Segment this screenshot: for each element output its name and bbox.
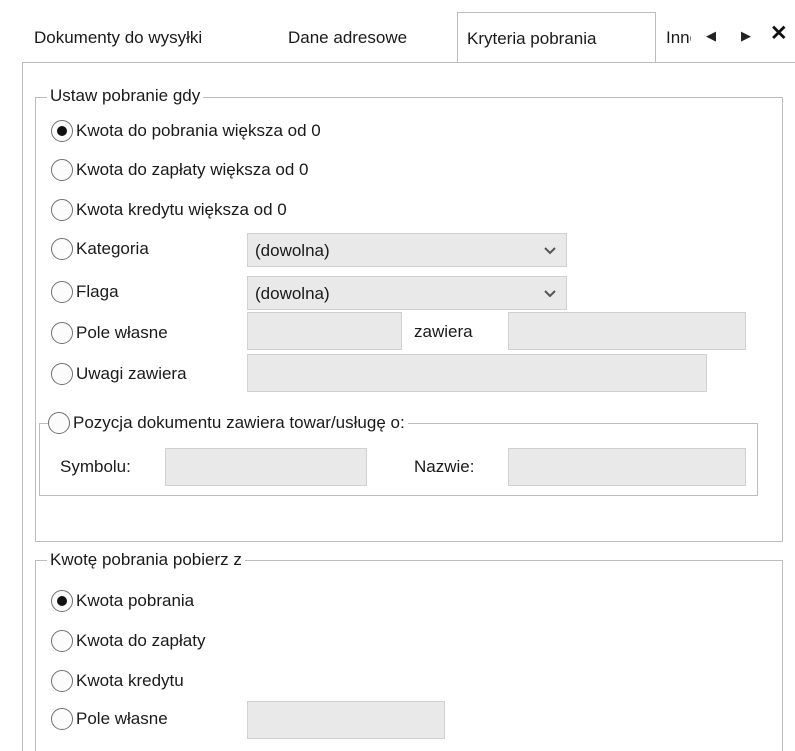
tab-dane-adresowe[interactable]: Dane adresowe xyxy=(288,14,448,62)
group-kwote-pobrania-legend: Kwotę pobrania pobierz z xyxy=(47,550,245,570)
chevron-down-icon[interactable] xyxy=(532,277,568,309)
zawiera-input[interactable] xyxy=(508,312,746,350)
radio-label: Kwota do zapłaty xyxy=(76,631,206,650)
radio-button[interactable] xyxy=(51,363,73,385)
radio-label: Pole własne xyxy=(76,323,168,342)
tab-kryteria-pobrania[interactable]: Kryteria pobrania xyxy=(457,12,656,63)
panel-border-left xyxy=(22,63,23,751)
radio-flaga[interactable]: Flaga xyxy=(51,279,119,305)
kategoria-select-value: (dowolna) xyxy=(255,241,330,260)
radio-kwota-kredytu-2[interactable]: Kwota kredytu xyxy=(51,668,184,694)
radio-label: Kwota do zapłaty większa od 0 xyxy=(76,160,309,179)
radio-label: Kwota kredytu xyxy=(76,671,184,690)
radio-button-checked[interactable] xyxy=(51,590,73,612)
tab-strip: Dokumenty do wysyłki Dane adresowe Kryte… xyxy=(0,0,795,63)
zawiera-label: zawiera xyxy=(414,322,473,341)
scroll-left-icon[interactable]: ◀ xyxy=(706,28,716,44)
radio-label: Kategoria xyxy=(76,239,149,258)
radio-button[interactable] xyxy=(48,412,70,434)
tab-inne[interactable]: Inne xyxy=(666,14,691,62)
tab-dokumenty-do-wysylki[interactable]: Dokumenty do wysyłki xyxy=(34,14,264,62)
uwagi-input[interactable] xyxy=(247,354,707,392)
scroll-right-icon[interactable]: ▶ xyxy=(741,28,751,44)
radio-button[interactable] xyxy=(51,708,73,730)
nazwa-label: Nazwie: xyxy=(414,457,475,476)
radio-label: Pozycja dokumentu zawiera towar/usługę o… xyxy=(73,413,405,432)
radio-kategoria[interactable]: Kategoria xyxy=(51,236,149,262)
nazwa-input[interactable] xyxy=(508,448,746,486)
group-ustaw-pobranie-legend: Ustaw pobranie gdy xyxy=(47,86,204,106)
flaga-select[interactable]: (dowolna) xyxy=(247,276,567,310)
radio-button[interactable] xyxy=(51,670,73,692)
radio-label: Uwagi zawiera xyxy=(76,364,187,383)
flaga-select-value: (dowolna) xyxy=(255,284,330,303)
radio-label: Kwota do pobrania większa od 0 xyxy=(76,121,321,140)
symbol-input[interactable] xyxy=(165,448,367,486)
radio-kwota-do-zaplaty[interactable]: Kwota do zapłaty większa od 0 xyxy=(51,157,308,183)
radio-pole-wlasne[interactable]: Pole własne xyxy=(51,320,168,346)
radio-kwota-do-zaplaty-2[interactable]: Kwota do zapłaty xyxy=(51,628,205,654)
radio-button[interactable] xyxy=(51,322,73,344)
symbol-label: Symbolu: xyxy=(60,457,131,476)
pole-wlasne-input[interactable] xyxy=(247,312,402,350)
radio-kwota-do-pobrania[interactable]: Kwota do pobrania większa od 0 xyxy=(51,118,321,144)
radio-button[interactable] xyxy=(51,159,73,181)
radio-button[interactable] xyxy=(51,238,73,260)
radio-label: Kwota kredytu większa od 0 xyxy=(76,200,287,219)
radio-pozycja-dokumentu[interactable]: Pozycja dokumentu zawiera towar/usługę o… xyxy=(48,410,408,436)
radio-label: Kwota pobrania xyxy=(76,591,195,610)
tab-strip-border xyxy=(22,62,795,63)
chevron-down-icon[interactable] xyxy=(532,234,568,266)
radio-button[interactable] xyxy=(51,281,73,303)
radio-label: Flaga xyxy=(76,282,119,301)
close-icon[interactable]: ✕ xyxy=(770,23,788,44)
radio-label: Pole własne xyxy=(76,709,168,728)
pole-wlasne-input-2[interactable] xyxy=(247,701,445,739)
radio-button-checked[interactable] xyxy=(51,120,73,142)
radio-uwagi-zawiera[interactable]: Uwagi zawiera xyxy=(51,361,187,387)
radio-kwota-kredytu[interactable]: Kwota kredytu większa od 0 xyxy=(51,197,287,223)
radio-kwota-pobrania[interactable]: Kwota pobrania xyxy=(51,588,194,614)
kategoria-select[interactable]: (dowolna) xyxy=(247,233,567,267)
radio-button[interactable] xyxy=(51,630,73,652)
radio-button[interactable] xyxy=(51,199,73,221)
radio-pole-wlasne-2[interactable]: Pole własne xyxy=(51,706,168,732)
